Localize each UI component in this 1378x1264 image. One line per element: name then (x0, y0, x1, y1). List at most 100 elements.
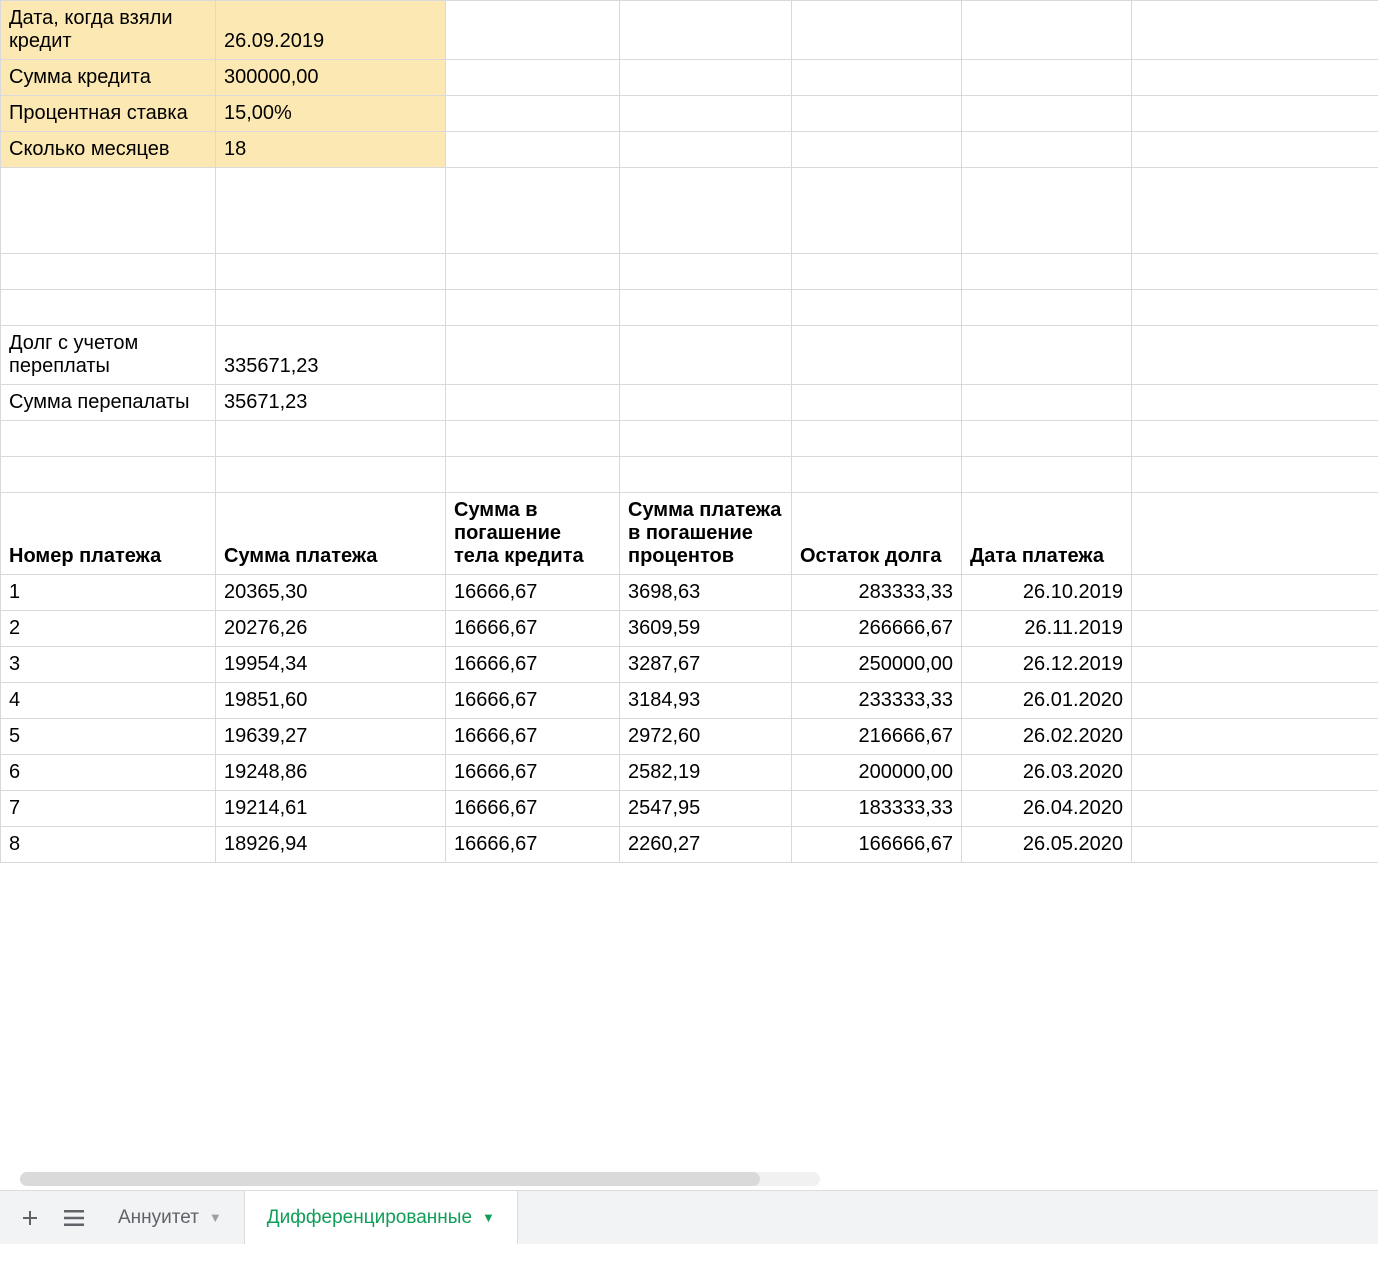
cell-principal[interactable]: 16666,67 (446, 575, 620, 611)
cell[interactable] (446, 457, 620, 493)
cell[interactable] (1132, 755, 1378, 791)
cell[interactable] (446, 132, 620, 168)
cell-num[interactable]: 8 (1, 827, 216, 863)
cell[interactable] (1132, 60, 1378, 96)
cell-date[interactable]: 26.05.2020 (962, 827, 1132, 863)
table-row[interactable]: 3 19954,34 16666,67 3287,67 250000,00 26… (1, 647, 1378, 683)
table-row[interactable]: 6 19248,86 16666,67 2582,19 200000,00 26… (1, 755, 1378, 791)
cell[interactable] (792, 457, 962, 493)
cell-date[interactable]: 26.01.2020 (962, 683, 1132, 719)
cell[interactable] (962, 254, 1132, 290)
cell[interactable] (620, 132, 792, 168)
param-rate-value[interactable]: 15,00% (216, 96, 446, 132)
cell-num[interactable]: 7 (1, 791, 216, 827)
cell-interest[interactable]: 3287,67 (620, 647, 792, 683)
cell-payment[interactable]: 19248,86 (216, 755, 446, 791)
table-row[interactable]: 1 20365,30 16666,67 3698,63 283333,33 26… (1, 575, 1378, 611)
sheet-tab-differentiated[interactable]: Дифференцированные ▼ (244, 1190, 518, 1244)
cell[interactable] (1132, 575, 1378, 611)
cell-interest[interactable]: 2582,19 (620, 755, 792, 791)
col-header-payment[interactable]: Сумма платежа (216, 493, 446, 575)
cell-balance[interactable]: 233333,33 (792, 683, 962, 719)
cell[interactable] (446, 168, 620, 254)
cell[interactable] (1132, 1, 1378, 60)
sheet-tab-annuity[interactable]: Аннуитет ▼ (96, 1191, 244, 1245)
param-months-value[interactable]: 18 (216, 132, 446, 168)
cell[interactable] (1132, 421, 1378, 457)
cell-balance[interactable]: 216666,67 (792, 719, 962, 755)
cell[interactable] (620, 457, 792, 493)
cell[interactable] (216, 290, 446, 326)
cell[interactable] (446, 326, 620, 385)
cell[interactable] (620, 1, 792, 60)
cell[interactable] (216, 457, 446, 493)
param-months-label[interactable]: Сколько месяцев (1, 132, 216, 168)
cell[interactable] (1, 457, 216, 493)
cell[interactable] (1132, 791, 1378, 827)
cell[interactable] (962, 96, 1132, 132)
cell-interest[interactable]: 3698,63 (620, 575, 792, 611)
table-row[interactable]: 7 19214,61 16666,67 2547,95 183333,33 26… (1, 791, 1378, 827)
add-sheet-button[interactable] (8, 1196, 52, 1240)
cell-num[interactable]: 1 (1, 575, 216, 611)
cell[interactable] (1132, 290, 1378, 326)
cell[interactable] (1132, 254, 1378, 290)
cell[interactable] (792, 132, 962, 168)
cell-date[interactable]: 26.02.2020 (962, 719, 1132, 755)
col-header-balance[interactable]: Остаток долга (792, 493, 962, 575)
cell[interactable] (1132, 132, 1378, 168)
cell-payment[interactable]: 19851,60 (216, 683, 446, 719)
cell-num[interactable]: 3 (1, 647, 216, 683)
cell[interactable] (962, 168, 1132, 254)
cell-payment[interactable]: 19214,61 (216, 791, 446, 827)
cell[interactable] (962, 60, 1132, 96)
table-row[interactable]: 5 19639,27 16666,67 2972,60 216666,67 26… (1, 719, 1378, 755)
cell[interactable] (446, 60, 620, 96)
cell[interactable] (792, 254, 962, 290)
cell[interactable] (1, 421, 216, 457)
cell[interactable] (620, 254, 792, 290)
cell[interactable] (446, 421, 620, 457)
cell[interactable] (620, 168, 792, 254)
cell-balance[interactable]: 266666,67 (792, 611, 962, 647)
horizontal-scrollbar[interactable] (20, 1172, 820, 1186)
cell-date[interactable]: 26.04.2020 (962, 791, 1132, 827)
cell[interactable] (620, 290, 792, 326)
table-row[interactable]: 8 18926,94 16666,67 2260,27 166666,67 26… (1, 827, 1378, 863)
col-header-date[interactable]: Дата платежа (962, 493, 1132, 575)
cell[interactable] (962, 457, 1132, 493)
cell-num[interactable]: 5 (1, 719, 216, 755)
cell[interactable] (1132, 457, 1378, 493)
cell-principal[interactable]: 16666,67 (446, 647, 620, 683)
cell[interactable] (446, 254, 620, 290)
cell-payment[interactable]: 19639,27 (216, 719, 446, 755)
cell[interactable] (1132, 326, 1378, 385)
cell[interactable] (962, 326, 1132, 385)
cell-interest[interactable]: 3609,59 (620, 611, 792, 647)
cell[interactable] (792, 421, 962, 457)
col-header-interest[interactable]: Сумма платежа в погашение процентов (620, 493, 792, 575)
cell-num[interactable]: 6 (1, 755, 216, 791)
cell[interactable] (792, 60, 962, 96)
col-header-principal[interactable]: Сумма в погашение тела кредита (446, 493, 620, 575)
cell-principal[interactable]: 16666,67 (446, 827, 620, 863)
cell-principal[interactable]: 16666,67 (446, 683, 620, 719)
summary-overpay-value[interactable]: 35671,23 (216, 385, 446, 421)
cell[interactable] (446, 290, 620, 326)
cell-date[interactable]: 26.11.2019 (962, 611, 1132, 647)
cell[interactable] (1132, 96, 1378, 132)
cell-payment[interactable]: 18926,94 (216, 827, 446, 863)
cell[interactable] (962, 421, 1132, 457)
cell[interactable] (1132, 611, 1378, 647)
cell[interactable] (446, 96, 620, 132)
cell-payment[interactable]: 20276,26 (216, 611, 446, 647)
cell-num[interactable]: 4 (1, 683, 216, 719)
param-amount-value[interactable]: 300000,00 (216, 60, 446, 96)
cell[interactable] (962, 385, 1132, 421)
cell[interactable] (620, 326, 792, 385)
cell-balance[interactable]: 250000,00 (792, 647, 962, 683)
cell[interactable] (216, 168, 446, 254)
cell[interactable] (216, 254, 446, 290)
cell-balance[interactable]: 183333,33 (792, 791, 962, 827)
cell[interactable] (792, 290, 962, 326)
